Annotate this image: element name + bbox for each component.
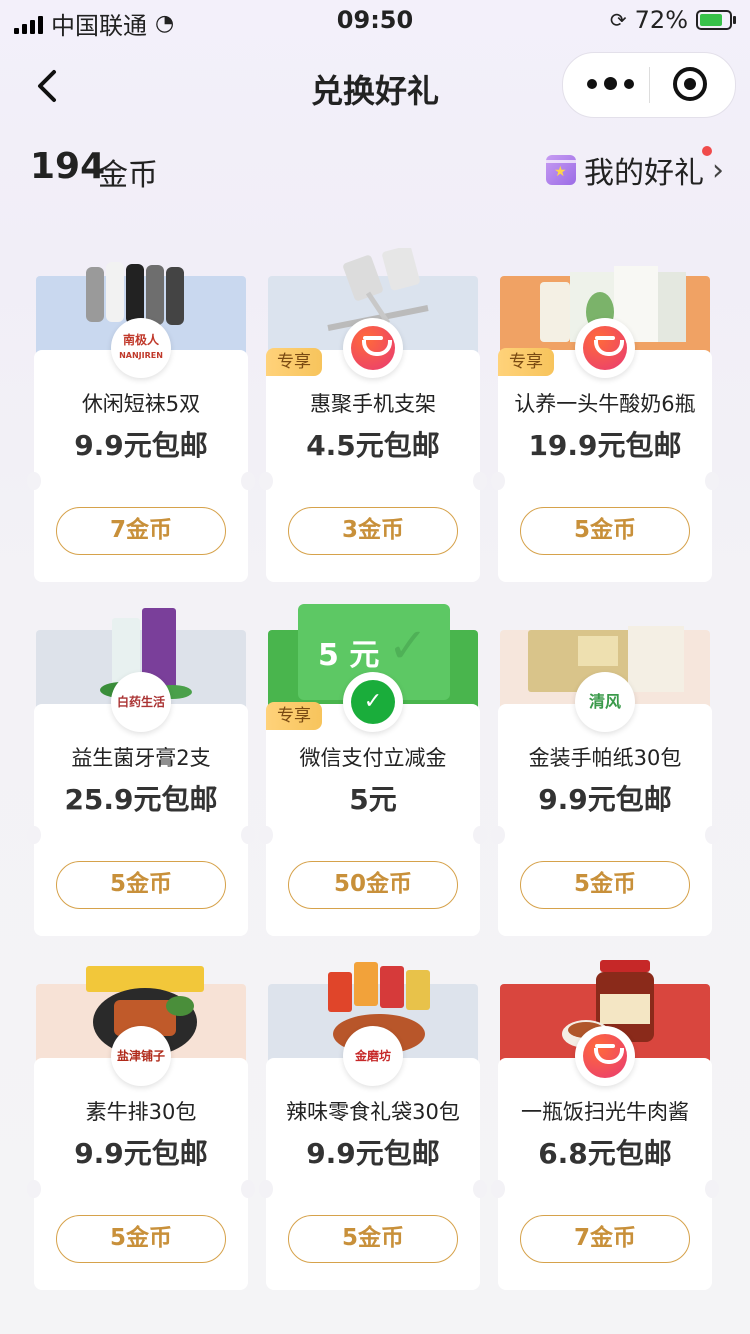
redeem-button[interactable]: 50金币: [288, 861, 458, 909]
my-gifts-link[interactable]: ★ 我的好礼 ›: [546, 146, 724, 192]
rotation-lock-icon: ⟳: [609, 8, 627, 32]
brand-logo: 金磨坊: [343, 1026, 403, 1086]
product-price: 9.9元包邮: [538, 783, 672, 816]
product-price: 19.9元包邮: [528, 429, 682, 462]
check-watermark-icon: ✓: [387, 618, 428, 674]
product-card[interactable]: 盐津铺子 素牛排30包 9.9元包邮 5金币: [27, 966, 255, 1290]
product-name: 辣味零食礼袋30包: [286, 1100, 460, 1124]
brand-logo: 南极人 NANJIREN: [111, 318, 171, 378]
redeem-button[interactable]: 5金币: [288, 1215, 458, 1263]
product-name: 金装手帕纸30包: [528, 746, 682, 770]
voucher-amount: 5 元: [318, 638, 380, 673]
close-target-icon[interactable]: [673, 67, 707, 101]
product-card[interactable]: 专享 认养一头牛酸奶6瓶 19.9元包邮 5金币: [491, 266, 719, 582]
brand-logo: 白药生活: [111, 672, 171, 732]
more-icon[interactable]: [587, 77, 634, 90]
product-price: 9.9元包邮: [74, 429, 208, 462]
brand-logo: [575, 1026, 635, 1086]
product-name: 休闲短袜5双: [81, 392, 201, 416]
brand-logo: 盐津铺子: [111, 1026, 171, 1086]
notification-dot: [702, 146, 712, 156]
brand-logo: ✓: [343, 672, 403, 732]
product-price: 9.9元包邮: [306, 1137, 440, 1170]
redeem-button[interactable]: 7金币: [56, 507, 226, 555]
battery-percent: 72%: [634, 6, 688, 34]
mini-program-capsule: [562, 52, 736, 118]
status-bar: 中国联通 ◔ 09:50 ⟳ 72%: [0, 0, 750, 44]
redeem-button[interactable]: 7金币: [520, 1215, 690, 1263]
status-right: ⟳ 72%: [609, 6, 736, 34]
my-gifts-label: 我的好礼: [584, 156, 704, 191]
product-price: 5元: [349, 783, 397, 816]
product-price: 4.5元包邮: [306, 429, 440, 462]
huiju-icon: [583, 1034, 627, 1078]
brand-logo: [575, 318, 635, 378]
product-card[interactable]: 白药生活 益生菌牙膏2支 25.9元包邮 5金币: [27, 608, 255, 936]
chevron-right-icon: ›: [712, 152, 724, 188]
product-card[interactable]: 一瓶饭扫光牛肉酱 6.8元包邮 7金币: [491, 960, 719, 1290]
product-card[interactable]: 南极人 NANJIREN 休闲短袜5双 9.9元包邮 7金币: [27, 262, 255, 582]
redeem-button[interactable]: 3金币: [288, 507, 458, 555]
brand-logo: [343, 318, 403, 378]
product-name: 益生菌牙膏2支: [71, 746, 211, 770]
nav-bar: 兑换好礼: [0, 44, 750, 128]
exclusive-tag: 专享: [266, 348, 322, 376]
product-card[interactable]: 金磨坊 辣味零食礼袋30包 9.9元包邮 5金币: [259, 962, 487, 1290]
coin-balance: 194: [30, 146, 106, 187]
redeem-button[interactable]: 5金币: [520, 861, 690, 909]
product-name: 微信支付立减金: [299, 746, 447, 770]
redeem-button[interactable]: 5金币: [56, 1215, 226, 1263]
product-card[interactable]: 清风 金装手帕纸30包 9.9元包邮 5金币: [491, 626, 719, 936]
battery-icon: [696, 10, 736, 30]
product-price: 25.9元包邮: [64, 783, 218, 816]
product-price: 9.9元包邮: [74, 1137, 208, 1170]
huiju-icon: [351, 326, 395, 370]
product-name: 素牛排30包: [85, 1100, 197, 1124]
exclusive-tag: 专享: [498, 348, 554, 376]
wechat-pay-icon: ✓: [351, 680, 395, 724]
product-card[interactable]: 5 元 ✓ 专享 ✓ 微信支付立减金 5元 50金币: [259, 604, 487, 936]
product-price: 6.8元包邮: [538, 1137, 672, 1170]
brand-logo: 清风: [575, 672, 635, 732]
product-name: 认养一头牛酸奶6瓶: [514, 392, 696, 416]
coins-header: 194 金币 ★ 我的好礼 ›: [0, 136, 750, 200]
product-card[interactable]: 专享 惠聚手机支架 4.5元包邮 3金币: [259, 248, 487, 582]
product-name: 惠聚手机支架: [310, 392, 436, 416]
huiju-icon: [583, 326, 627, 370]
gift-calendar-icon: ★: [546, 155, 576, 185]
coin-unit: 金币: [98, 158, 158, 193]
product-name: 一瓶饭扫光牛肉酱: [521, 1100, 689, 1124]
redeem-button[interactable]: 5金币: [520, 507, 690, 555]
exclusive-tag: 专享: [266, 702, 322, 730]
redeem-button[interactable]: 5金币: [56, 861, 226, 909]
